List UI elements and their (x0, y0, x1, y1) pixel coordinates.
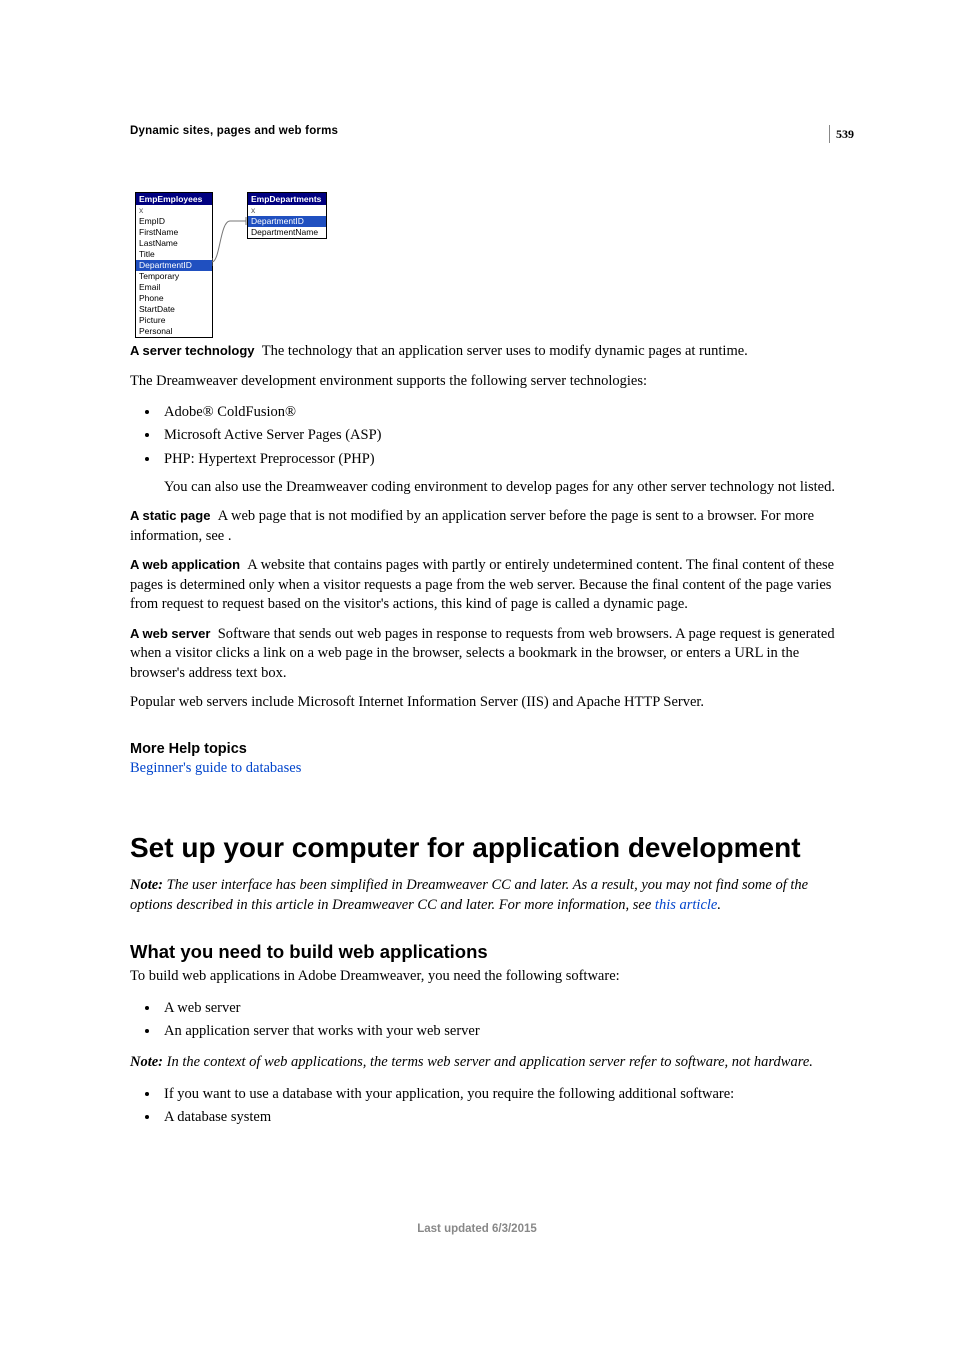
table-header: EmpEmployees (136, 193, 212, 205)
term: A server technology (130, 343, 255, 358)
page-number: 539 (829, 125, 854, 143)
def-web-server: A web server Software that sends out web… (130, 625, 849, 684)
build-intro: To build web applications in Adobe Dream… (130, 967, 849, 987)
coding-env-note: You can also use the Dreamweaver coding … (164, 477, 849, 497)
list-item: An application server that works with yo… (160, 1020, 849, 1043)
def-web-application: A web application A website that contain… (130, 556, 849, 615)
this-article-link[interactable]: this article (655, 897, 717, 913)
list-item: A web server (160, 997, 849, 1020)
section-header: Dynamic sites, pages and web forms (130, 125, 849, 137)
term: A web server (130, 626, 210, 641)
beginners-guide-link[interactable]: Beginner's guide to databases (130, 760, 301, 776)
def-server-technology: A server technology The technology that … (130, 342, 849, 362)
term: A static page (130, 508, 210, 523)
more-help-topics-heading: More Help topics (130, 741, 849, 757)
note-label: Note: (130, 1054, 167, 1070)
note-context: Note: In the context of web applications… (130, 1053, 849, 1073)
footer-last-updated: Last updated 6/3/2015 (0, 1223, 954, 1235)
list-item: A database system (160, 1106, 849, 1129)
list-item: Adobe® ColdFusion® (160, 401, 849, 424)
note-simplified-ui: Note: The user interface has been simpli… (130, 876, 849, 915)
table-header: EmpDepartments (248, 193, 326, 205)
relationship-connector (212, 215, 248, 267)
main-heading: Set up your computer for application dev… (130, 832, 849, 864)
def-static-page: A static page A web page that is not mod… (130, 507, 849, 546)
list-item: PHP: Hypertext Preprocessor (PHP) (160, 448, 849, 471)
page-content: 539 Dynamic sites, pages and web forms E… (0, 0, 954, 1195)
build-list-1: A web server An application server that … (130, 997, 849, 1043)
relationship-diagram: EmpEmployees x EmpID FirstName LastName … (130, 187, 330, 332)
table-emp-employees: EmpEmployees x EmpID FirstName LastName … (135, 192, 213, 338)
list-item: Microsoft Active Server Pages (ASP) (160, 424, 849, 447)
sub-heading: What you need to build web applications (130, 941, 849, 963)
tech-list: Adobe® ColdFusion® Microsoft Active Serv… (130, 401, 849, 471)
popular-servers: Popular web servers include Microsoft In… (130, 693, 849, 713)
build-list-2: If you want to use a database with your … (130, 1083, 849, 1129)
note-label: Note: (130, 877, 167, 893)
list-item: If you want to use a database with your … (160, 1083, 849, 1106)
term: A web application (130, 557, 240, 572)
table-emp-departments: EmpDepartments x DepartmentID Department… (247, 192, 327, 239)
support-line: The Dreamweaver development environment … (130, 372, 849, 392)
